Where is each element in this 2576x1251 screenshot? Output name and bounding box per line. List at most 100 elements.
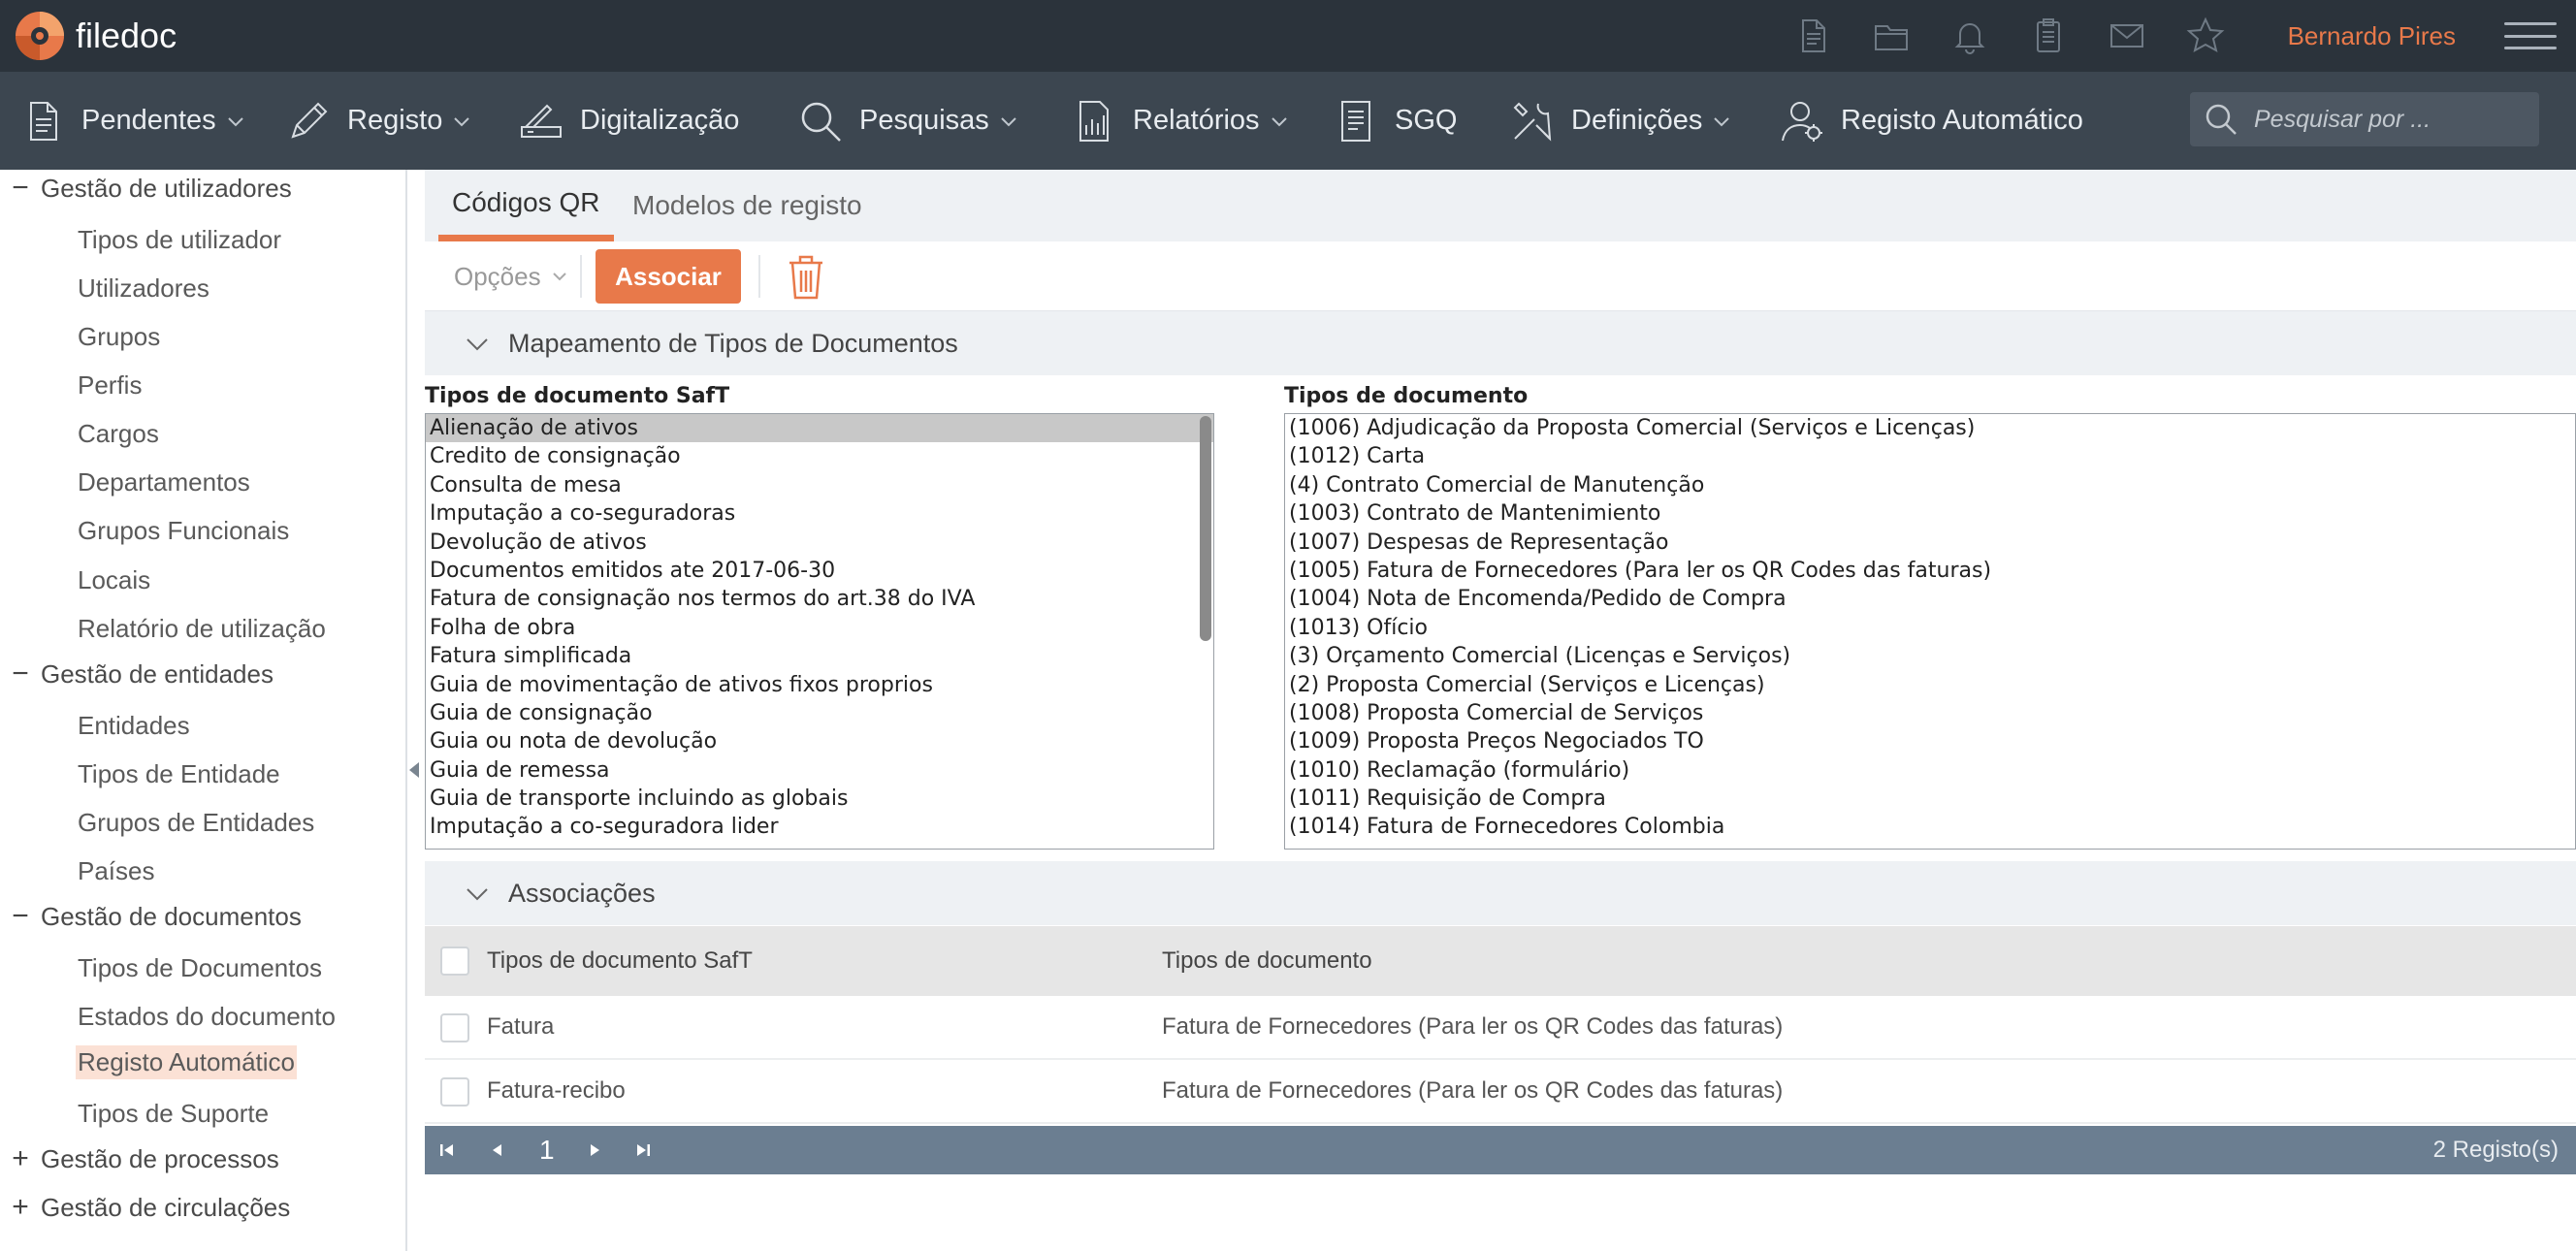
list-option[interactable]: Guia de movimentação de ativos fixos pro…: [426, 671, 1213, 699]
list-option[interactable]: Guia de transporte incluindo as globais: [426, 785, 1213, 813]
list-option[interactable]: (1013) Ofício: [1285, 614, 2575, 642]
sidebar-item-perfis[interactable]: Perfis: [76, 369, 144, 402]
mail-icon[interactable]: [2106, 15, 2148, 57]
sidebar-item-cargos[interactable]: Cargos: [76, 417, 161, 451]
associations-section-header[interactable]: Associações: [425, 861, 2576, 925]
sidebar-collapse-icon[interactable]: [409, 762, 419, 778]
list-option[interactable]: Documentos emitidos ate 2017-06-30: [426, 557, 1213, 585]
list-option[interactable]: (1012) Carta: [1285, 442, 2575, 470]
list-option[interactable]: (1005) Fatura de Fornecedores (Para ler …: [1285, 557, 2575, 585]
list-option[interactable]: (1006) Adjudicação da Proposta Comercial…: [1285, 414, 2575, 442]
sidebar-item-tipos-entidade[interactable]: Tipos de Entidade: [76, 757, 282, 791]
sidebar-item-grupos-funcionais[interactable]: Grupos Funcionais: [76, 514, 291, 548]
menu-icon[interactable]: [2504, 16, 2557, 55]
prev-page-icon[interactable]: [485, 1138, 510, 1163]
nav-pendentes[interactable]: Pendentes: [19, 72, 245, 170]
app-logo[interactable]: filedoc: [14, 10, 177, 62]
sidebar-item-grupos[interactable]: Grupos: [76, 320, 162, 354]
list-option[interactable]: Folha de obra: [426, 614, 1213, 642]
list-option[interactable]: Guia de consignação: [426, 699, 1213, 727]
folder-icon[interactable]: [1870, 15, 1913, 57]
list-option[interactable]: Imputação a co-seguradora lider: [426, 813, 1213, 841]
sidebar-item-estados-documento[interactable]: Estados do documento: [76, 1000, 338, 1034]
document-icon[interactable]: [1791, 15, 1834, 57]
list-option[interactable]: (1014) Fatura de Fornecedores Colombia: [1285, 813, 2575, 841]
list-option[interactable]: (1010) Reclamação (formulário): [1285, 756, 2575, 785]
sidebar-group-processos[interactable]: + Gestão de processos: [0, 1142, 278, 1175]
sidebar-item-registo-automatico[interactable]: Registo Automático: [76, 1045, 298, 1079]
select-all-checkbox[interactable]: [440, 946, 469, 976]
tab-modelos-registo[interactable]: Modelos de registo: [619, 170, 876, 241]
list-option[interactable]: (3) Orçamento Comercial (Licenças e Serv…: [1285, 642, 2575, 670]
collapse-icon[interactable]: −: [0, 658, 41, 690]
sidebar-item-locais[interactable]: Locais: [76, 563, 152, 597]
mapping-section-header[interactable]: Mapeamento de Tipos de Documentos: [425, 311, 2576, 375]
expand-icon[interactable]: +: [0, 1191, 41, 1224]
table-row[interactable]: Fatura Fatura de Fornecedores (Para ler …: [425, 996, 2576, 1060]
star-icon[interactable]: [2184, 15, 2227, 57]
sidebar-item-utilizadores[interactable]: Utilizadores: [76, 272, 211, 305]
sidebar-group-documentos[interactable]: − Gestão de documentos: [0, 900, 302, 933]
list-option[interactable]: (1008) Proposta Comercial de Serviços: [1285, 699, 2575, 727]
table-cell: Fatura-recibo: [487, 1077, 626, 1104]
doc-types-listbox[interactable]: (1006) Adjudicação da Proposta Comercial…: [1284, 413, 2576, 850]
collapse-icon[interactable]: −: [0, 172, 41, 205]
list-option[interactable]: (1009) Proposta Preços Negociados TO: [1285, 727, 2575, 755]
row-checkbox[interactable]: [440, 1013, 469, 1042]
list-option[interactable]: Guia de remessa: [426, 756, 1213, 785]
nav-pesquisas[interactable]: Pesquisas: [797, 72, 1018, 170]
list-option[interactable]: (2) Proposta Comercial (Serviços e Licen…: [1285, 671, 2575, 699]
nav-registo-automatico[interactable]: Registo Automático: [1779, 72, 2083, 170]
row-checkbox[interactable]: [440, 1077, 469, 1107]
last-page-icon[interactable]: [630, 1138, 656, 1163]
clipboard-icon[interactable]: [2027, 15, 2070, 57]
nav-definicoes[interactable]: Definições: [1509, 72, 1731, 170]
expand-icon[interactable]: +: [0, 1142, 41, 1175]
sidebar-item-entidades[interactable]: Entidades: [76, 709, 192, 743]
next-page-icon[interactable]: [582, 1138, 607, 1163]
collapse-icon[interactable]: −: [0, 900, 41, 933]
current-page[interactable]: 1: [539, 1126, 555, 1174]
list-option[interactable]: (1011) Requisição de Compra: [1285, 785, 2575, 813]
list-option[interactable]: Fatura simplificada: [426, 642, 1213, 670]
nav-registo[interactable]: Registo: [285, 72, 471, 170]
search-input[interactable]: [2254, 105, 2526, 134]
trash-icon[interactable]: [782, 251, 830, 302]
sidebar-item-tipos-documentos[interactable]: Tipos de Documentos: [76, 951, 324, 985]
first-page-icon[interactable]: [435, 1138, 460, 1163]
list-option[interactable]: (1007) Despesas de Representação: [1285, 529, 2575, 557]
options-dropdown[interactable]: Opções: [454, 255, 568, 298]
table-row[interactable]: Fatura-recibo Fatura de Fornecedores (Pa…: [425, 1060, 2576, 1124]
list-option[interactable]: (4) Contrato Comercial de Manutenção: [1285, 471, 2575, 499]
sidebar-item-tipos-utilizador[interactable]: Tipos de utilizador: [76, 223, 283, 257]
list-option[interactable]: Alienação de ativos: [426, 414, 1213, 443]
nav-relatorios[interactable]: Relatórios: [1071, 72, 1289, 170]
sidebar-group-circulacoes[interactable]: + Gestão de circulações: [0, 1191, 290, 1224]
sidebar-group-utilizadores[interactable]: − Gestão de utilizadores: [0, 172, 291, 205]
list-option[interactable]: (1003) Contrato de Mantenimiento: [1285, 499, 2575, 528]
nav-sgq[interactable]: SGQ: [1333, 72, 1457, 170]
bell-icon[interactable]: [1948, 15, 1991, 57]
list-option[interactable]: Imputação a co-seguradoras: [426, 499, 1213, 528]
saft-types-listbox[interactable]: Alienação de ativos Credito de consignaçã…: [425, 413, 1214, 850]
column-header[interactable]: Tipos de documento: [1162, 926, 1372, 996]
user-name[interactable]: Bernardo Pires: [2288, 21, 2456, 51]
column-header[interactable]: Tipos de documento SafT: [487, 926, 753, 996]
scrollbar[interactable]: [1200, 416, 1211, 641]
associate-button[interactable]: Associar: [596, 249, 741, 304]
list-option[interactable]: Devolução de ativos: [426, 529, 1213, 557]
global-search[interactable]: [2190, 92, 2539, 146]
list-option[interactable]: Guia ou nota de devolução: [426, 727, 1213, 755]
list-option[interactable]: Credito de consignação: [426, 442, 1213, 470]
sidebar-item-grupos-entidades[interactable]: Grupos de Entidades: [76, 806, 316, 840]
sidebar-item-tipos-suporte[interactable]: Tipos de Suporte: [76, 1097, 271, 1131]
sidebar-item-relatorio-utilizacao[interactable]: Relatório de utilização: [76, 612, 328, 646]
tab-codigos-qr[interactable]: Códigos QR: [438, 170, 614, 241]
list-option[interactable]: Consulta de mesa: [426, 471, 1213, 499]
sidebar-item-paises[interactable]: Países: [76, 854, 157, 888]
list-option[interactable]: (1004) Nota de Encomenda/Pedido de Compr…: [1285, 585, 2575, 613]
list-option[interactable]: Fatura de consignação nos termos do art.…: [426, 585, 1213, 613]
sidebar-item-departamentos[interactable]: Departamentos: [76, 465, 252, 499]
sidebar-group-entidades[interactable]: − Gestão de entidades: [0, 658, 274, 690]
nav-digitalizacao[interactable]: Digitalização: [518, 72, 739, 170]
